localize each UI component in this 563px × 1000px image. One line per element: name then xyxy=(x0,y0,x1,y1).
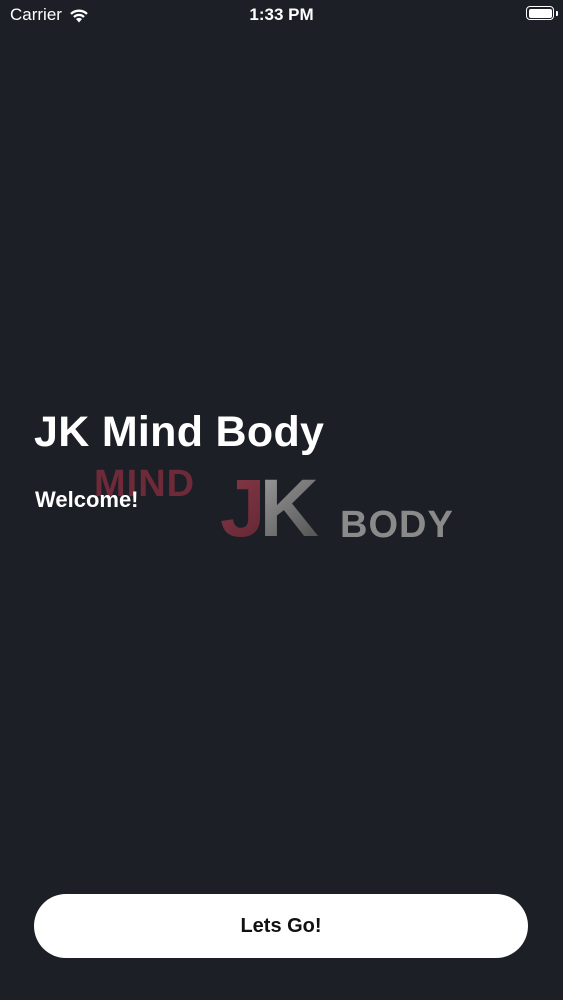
app-title: JK Mind Body xyxy=(34,408,325,456)
battery-icon xyxy=(526,6,554,20)
logo-letter-k: K xyxy=(260,463,319,554)
battery-cap xyxy=(556,11,558,16)
welcome-screen: Carrier 1:33 PM MIND JK BODY JK Mind Bod… xyxy=(0,0,563,1000)
logo-letter-j: J xyxy=(220,463,260,554)
logo-text-jk: JK xyxy=(220,463,319,554)
welcome-text: Welcome! xyxy=(35,487,139,512)
jk-mind-body-logo: MIND JK BODY xyxy=(94,463,454,554)
status-time: 1:33 PM xyxy=(249,5,314,24)
status-bar: Carrier 1:33 PM xyxy=(0,0,563,30)
battery-level xyxy=(528,8,552,18)
logo-text-body: BODY xyxy=(340,504,454,546)
lets-go-button[interactable]: Lets Go! xyxy=(34,894,528,958)
